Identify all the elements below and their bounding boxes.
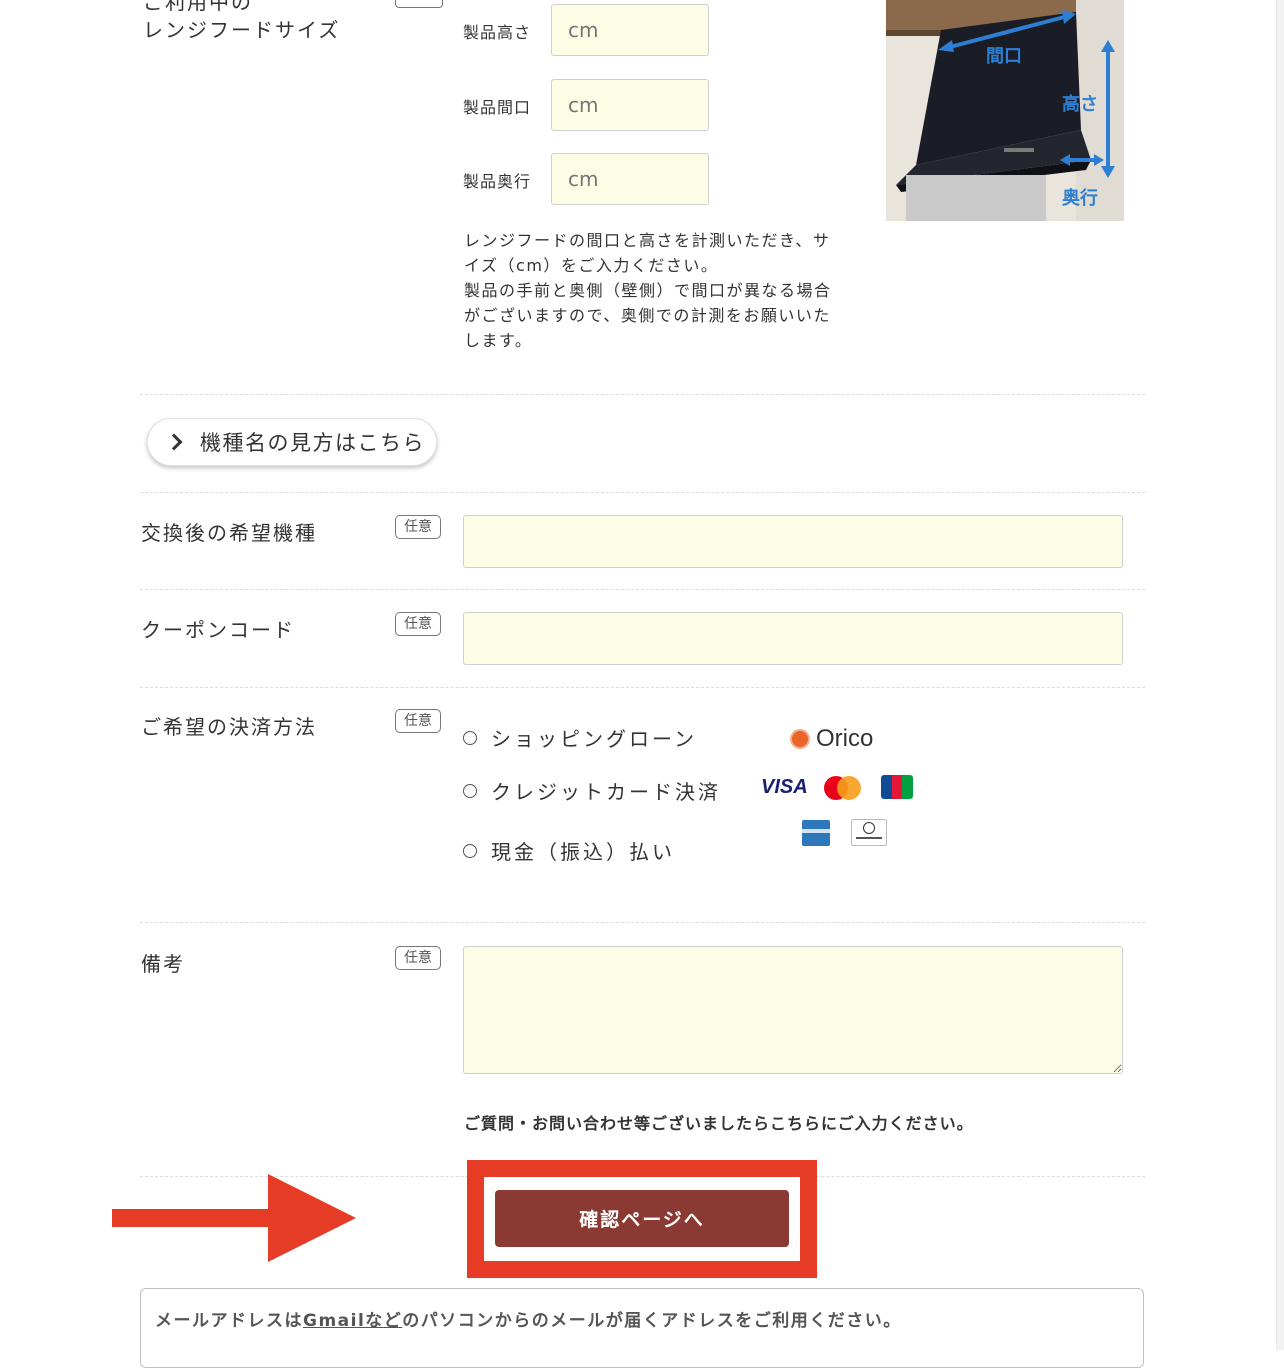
- model-help-label: 機種名の見方はこちら: [200, 431, 425, 455]
- optional-badge: 任意: [395, 515, 441, 539]
- optional-badge: 任意: [395, 946, 441, 970]
- divider: [140, 687, 1145, 688]
- payment-option-loan[interactable]: ショッピングローン: [463, 723, 697, 752]
- divider: [140, 589, 1145, 590]
- divider: [140, 394, 1145, 395]
- payment-option-cash[interactable]: 現金（振込）払い: [463, 836, 675, 865]
- remarks-label: 備考: [141, 952, 185, 976]
- hood-size-note: レンジフードの間口と高さを計測いただき、サ イズ（cm）をご入力ください。 製品…: [464, 231, 832, 350]
- email-notice-text: メールアドレスはGmailなどのパソコンからのメールが届くアドレスをご利用くださ…: [155, 1311, 902, 1331]
- divider: [140, 922, 1145, 923]
- arrow-annotation-icon: [112, 1174, 356, 1262]
- chevron-right-icon: [165, 433, 183, 451]
- remarks-helper-text: ご質問・お問い合わせ等ございましたらこちらにご入力ください。: [464, 1114, 974, 1133]
- radio-button[interactable]: [463, 843, 477, 858]
- optional-badge: 任意: [395, 612, 441, 636]
- image-label-height: 高さ: [1062, 93, 1098, 115]
- amex-logo: [802, 820, 830, 846]
- gmail-link[interactable]: Gmailなど: [303, 1311, 402, 1331]
- email-notice-box: メールアドレスはGmailなどのパソコンからのメールが届くアドレスをご利用くださ…: [140, 1288, 1144, 1368]
- payment-label: ご希望の決済方法: [141, 715, 317, 739]
- range-hood-image: 間口 高さ 奥行: [886, 0, 1124, 221]
- scrollbar[interactable]: [1276, 0, 1284, 1350]
- width-label: 製品間口: [463, 98, 532, 117]
- radio-button[interactable]: [463, 783, 477, 798]
- width-input[interactable]: [551, 79, 709, 131]
- optional-badge: 任意: [395, 709, 441, 733]
- hood-size-label-cut: ご利用中の: [143, 0, 253, 14]
- model-help-button[interactable]: 機種名の見方はこちら: [147, 418, 437, 466]
- jcb-logo: [881, 775, 914, 799]
- image-label-depth: 奥行: [1062, 187, 1098, 209]
- desired-model-input[interactable]: [463, 515, 1123, 568]
- orico-circle-icon: [790, 729, 810, 749]
- desired-model-label: 交換後の希望機種: [141, 521, 317, 545]
- mastercard-logo: [824, 776, 864, 800]
- depth-label: 製品奥行: [463, 172, 532, 191]
- payment-option-credit[interactable]: クレジットカード決済: [463, 776, 721, 805]
- diners-club-logo: [851, 819, 887, 846]
- badge-cut: [395, 0, 443, 8]
- radio-button[interactable]: [463, 730, 477, 745]
- coupon-label: クーポンコード: [141, 618, 295, 642]
- orico-logo: Orico: [790, 725, 873, 753]
- confirm-page-label: 確認ページへ: [579, 1209, 705, 1231]
- visa-logo: VISA: [761, 776, 808, 798]
- image-label-width: 間口: [986, 46, 1022, 67]
- hood-size-label: レンジフードサイズ: [143, 18, 341, 42]
- remarks-textarea[interactable]: [463, 946, 1123, 1074]
- height-input[interactable]: [551, 4, 709, 56]
- height-label: 製品高さ: [463, 23, 532, 42]
- divider: [140, 492, 1145, 493]
- confirm-page-button[interactable]: 確認ページへ: [495, 1190, 789, 1247]
- depth-input[interactable]: [551, 153, 709, 205]
- coupon-input[interactable]: [463, 612, 1123, 665]
